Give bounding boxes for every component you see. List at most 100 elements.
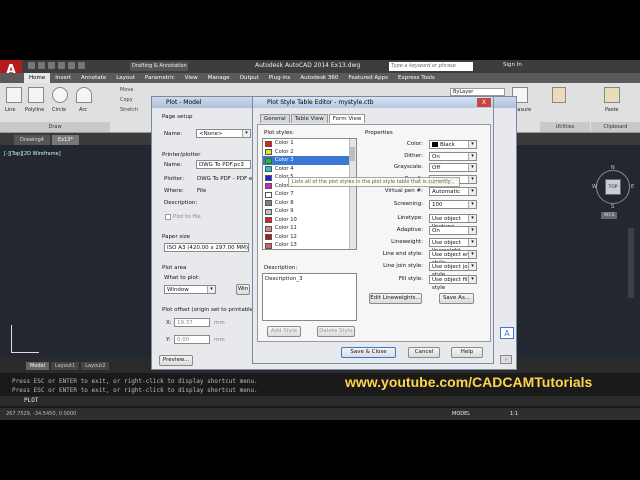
ribbon-tab-output[interactable]: Output: [235, 73, 264, 83]
sign-in-link[interactable]: Sign In: [503, 62, 522, 68]
expand-dialog-icon[interactable]: ›: [500, 355, 512, 364]
ribbon-tab-view[interactable]: View: [180, 73, 203, 83]
wcs-menu[interactable]: WCS: [601, 212, 618, 219]
properties-heading: Properties: [365, 130, 393, 136]
ribbon-tab-featured-apps[interactable]: Featured Apps: [343, 73, 393, 83]
ribbon-tab-manage[interactable]: Manage: [203, 73, 235, 83]
plot-style-item[interactable]: Color 13: [263, 241, 356, 249]
property-label: Grayscale:: [393, 164, 423, 170]
copy-tool[interactable]: Copy: [120, 97, 133, 103]
circle-tool-icon[interactable]: [52, 87, 68, 103]
paste-icon[interactable]: [604, 87, 620, 103]
command-input[interactable]: [0, 396, 640, 406]
navigation-bar[interactable]: [628, 228, 634, 298]
preview-button[interactable]: Preview...: [159, 355, 193, 366]
plot-styles-list[interactable]: Color 1 Color 2 Color 3 Color 4 Color 5 Color…: [262, 138, 357, 250]
viewport-label[interactable]: [-][Top][2D Wireframe]: [4, 151, 61, 157]
ribbon-tab-home[interactable]: Home: [24, 73, 51, 83]
delete-style-button[interactable]: Delete Style: [317, 326, 355, 337]
plot-style-item[interactable]: Color 7: [263, 190, 356, 199]
what-to-plot-select[interactable]: Window ▾: [164, 285, 216, 294]
paper-size-select[interactable]: ISO A3 (420.00 x 297.00 MM): [164, 243, 249, 252]
ribbon-tab-annotate[interactable]: Annotate: [76, 73, 111, 83]
ribbon-tab-autodesk-360[interactable]: Autodesk 360: [295, 73, 343, 83]
description-textarea[interactable]: Description_3: [262, 273, 357, 321]
plot-style-item[interactable]: Color 4: [263, 165, 356, 174]
plot-style-item[interactable]: Color 10: [263, 216, 356, 225]
search-input[interactable]: Type a keyword or phrase: [389, 62, 473, 71]
layer-combo[interactable]: ByLayer: [450, 88, 505, 96]
property-value-select[interactable]: Automatic ▾: [429, 187, 477, 196]
ribbon-tab-express-tools[interactable]: Express Tools: [393, 73, 440, 83]
property-label: Adaptive:: [396, 227, 423, 233]
cancel-button[interactable]: Cancel: [408, 347, 440, 358]
stretch-tool[interactable]: Stretch: [120, 107, 138, 113]
printer-select[interactable]: DWG To PDF.pc3: [196, 160, 251, 169]
plot-style-item[interactable]: Color 12: [263, 233, 356, 242]
property-value-select[interactable]: Use object lineweight▾: [429, 238, 477, 254]
property-value-select[interactable]: Use object fill style ▾: [429, 275, 477, 291]
property-value-select[interactable]: Off ▾: [429, 163, 477, 172]
ribbon-tab-insert[interactable]: Insert: [50, 73, 76, 83]
plot-to-file-checkbox[interactable]: [165, 214, 171, 220]
page-setup-select[interactable]: <None> ▾: [196, 129, 251, 138]
plot-style-item[interactable]: Color 2: [263, 148, 356, 157]
property-value-select[interactable]: Black ▾: [429, 140, 477, 149]
offset-y-input[interactable]: 0.00: [174, 335, 210, 344]
save-close-button[interactable]: Save & Close: [341, 347, 396, 358]
plot-style-item[interactable]: Color 1: [263, 139, 356, 148]
plot-style-item[interactable]: Color 9: [263, 207, 356, 216]
styles-scroll-thumb[interactable]: [350, 147, 355, 161]
title-bar: Drafting & Annotation Autodesk AutoCAD 2…: [0, 60, 640, 73]
editor-tabs: General Table View Form View: [260, 114, 366, 123]
chevron-down-icon: ▾: [468, 251, 476, 258]
line-tool-icon[interactable]: [6, 87, 22, 103]
utilities-group-label: Utilities: [540, 122, 590, 132]
doc-tab-ex13[interactable]: Ex13*: [51, 135, 79, 145]
layout-tab-layout2[interactable]: Layout2: [81, 362, 110, 370]
edit-lineweights-button[interactable]: Edit Lineweights...: [369, 293, 422, 304]
polyline-tool-icon[interactable]: [28, 87, 44, 103]
plot-style-item[interactable]: Color 11: [263, 224, 356, 233]
ribbon-tab-layout[interactable]: Layout: [111, 73, 140, 83]
property-value-select[interactable]: Use object end style▾: [429, 250, 477, 266]
arc-tool-icon[interactable]: [76, 87, 92, 103]
annotation-visibility-icon[interactable]: A: [500, 327, 514, 339]
offset-y-label: Y:: [166, 337, 171, 343]
add-style-button[interactable]: Add Style: [267, 326, 301, 337]
move-tool[interactable]: Move: [120, 87, 133, 93]
editor-close-button[interactable]: X: [477, 98, 491, 107]
help-button[interactable]: Help: [451, 347, 483, 358]
viewcube-south: S: [611, 204, 615, 210]
save-icon[interactable]: [48, 62, 55, 69]
property-value-select[interactable]: 100 ▾: [429, 200, 477, 209]
model-space-toggle[interactable]: MODEL: [452, 411, 470, 417]
layout-tab-layout1[interactable]: Layout1: [51, 362, 80, 370]
annotation-scale[interactable]: 1:1: [510, 411, 518, 417]
doc-tab-drawing4[interactable]: Drawing4: [14, 135, 50, 145]
ribbon-tab-parametric[interactable]: Parametric: [140, 73, 180, 83]
tab-general[interactable]: General: [260, 114, 290, 123]
color-swatch-icon: [265, 200, 272, 206]
tab-form-view[interactable]: Form View: [328, 114, 366, 123]
property-value-select[interactable]: On ▾: [429, 226, 477, 235]
window-button[interactable]: Win: [236, 284, 250, 295]
print-icon[interactable]: [58, 62, 65, 69]
property-value-select[interactable]: Use object join style▾: [429, 262, 477, 278]
tab-table-view[interactable]: Table View: [290, 114, 328, 123]
plot-style-item[interactable]: Color 8: [263, 199, 356, 208]
undo-icon[interactable]: [68, 62, 75, 69]
property-value-select[interactable]: On ▾: [429, 152, 477, 161]
save-as-button[interactable]: Save As...: [439, 293, 474, 304]
plot-style-item[interactable]: Color 3: [263, 156, 356, 165]
redo-icon[interactable]: [78, 62, 85, 69]
workspace-select[interactable]: Drafting & Annotation: [130, 62, 188, 71]
new-icon[interactable]: [28, 62, 35, 69]
layout-tab-model[interactable]: Model: [26, 362, 50, 370]
property-value-select[interactable]: Use object linetype▾: [429, 214, 477, 230]
viewcube-top-face[interactable]: TOP: [605, 179, 621, 195]
utilities-icon[interactable]: [552, 87, 566, 103]
offset-x-input[interactable]: 19.37: [174, 318, 210, 327]
open-icon[interactable]: [38, 62, 45, 69]
ribbon-tab-plug-ins[interactable]: Plug-ins: [264, 73, 296, 83]
